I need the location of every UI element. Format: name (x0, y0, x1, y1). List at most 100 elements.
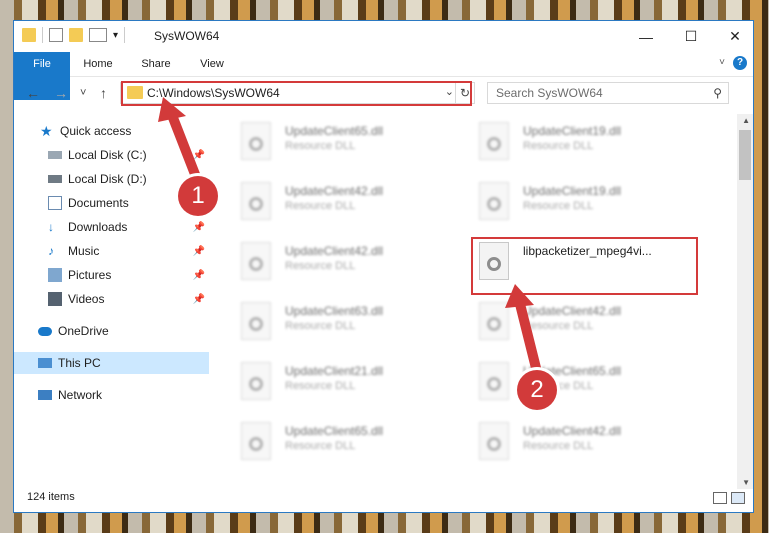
star-icon: ★ (40, 123, 53, 139)
folder-icon[interactable] (22, 28, 36, 42)
minimize-button[interactable]: — (623, 21, 669, 52)
callout-2: 2 (517, 370, 557, 410)
tab-home[interactable]: Home (76, 52, 120, 76)
dll-file-icon (241, 302, 271, 340)
drive-icon (48, 175, 62, 183)
recent-locations-button[interactable]: ˅ (80, 87, 86, 99)
file-type: Resource DLL (285, 380, 356, 392)
file-name: UpdateClient42.dll (523, 424, 622, 438)
cloud-icon (38, 326, 52, 336)
sidebar-item-label: Documents (68, 196, 129, 210)
file-item[interactable]: UpdateClient42.dll Resource DLL (471, 298, 681, 346)
pin-icon[interactable]: 📌 (193, 294, 205, 305)
file-name: UpdateClient42.dll (523, 304, 622, 318)
toolbar-separator (124, 27, 126, 43)
ribbon-tabs: File Home Share View ˅ ? (14, 52, 753, 100)
customize-toolbar-icon[interactable]: ▾ (113, 30, 118, 41)
pin-icon[interactable]: 📌 (193, 150, 205, 161)
file-highlight-box (471, 237, 698, 295)
pin-icon[interactable]: 📌 (193, 246, 205, 257)
drive-icon (48, 151, 62, 159)
sidebar-item-pictures[interactable]: Pictures 📌 (14, 264, 209, 286)
up-button[interactable]: ↑ (100, 85, 107, 101)
close-button[interactable]: ✕ (712, 21, 758, 52)
large-icons-view-icon[interactable] (731, 492, 745, 504)
scroll-up-arrow-icon[interactable]: ▲ (742, 116, 750, 125)
file-name: UpdateClient65.dll (285, 424, 384, 438)
videos-icon (48, 292, 62, 306)
view-options-icon[interactable] (89, 28, 107, 42)
sidebar-item-label: Videos (68, 292, 105, 306)
sidebar-item-local-disk-c[interactable]: Local Disk (C:) 📌 (14, 144, 209, 166)
file-item[interactable]: UpdateClient42.dll Resource DLL (471, 418, 681, 466)
toolbar-separator (42, 27, 43, 43)
scrollbar-thumb[interactable] (739, 130, 751, 180)
dll-file-icon (479, 422, 509, 460)
dll-file-icon (241, 182, 271, 220)
item-count: 124 items (27, 491, 75, 503)
network-icon (38, 390, 52, 400)
file-name: UpdateClient42.dll (285, 244, 384, 258)
pin-icon[interactable]: 📌 (193, 222, 205, 233)
file-item[interactable]: UpdateClient65.dll Resource DLL (471, 358, 681, 406)
file-type: Resource DLL (285, 140, 356, 152)
address-highlight-box (121, 81, 472, 106)
maximize-button[interactable]: ☐ (668, 21, 714, 52)
file-explorer-window: ▾ SysWOW64 — ☐ ✕ File Home Share View ˅ … (13, 20, 754, 513)
file-type: Resource DLL (523, 440, 594, 452)
file-type: Resource DLL (523, 320, 594, 332)
sidebar-item-downloads[interactable]: ↓ Downloads 📌 (14, 216, 209, 238)
file-item[interactable]: UpdateClient19.dll Resource DLL (471, 178, 681, 226)
search-placeholder: Search SysWOW64 (496, 86, 603, 100)
file-list: UpdateClient65.dll Resource DLL UpdateCl… (219, 114, 724, 484)
file-item[interactable]: UpdateClient42.dll Resource DLL (233, 238, 443, 286)
file-type: Resource DLL (285, 440, 356, 452)
sidebar-item-network[interactable]: Network (14, 384, 209, 406)
dll-file-icon (241, 122, 271, 160)
vertical-scrollbar[interactable]: ▲ ▼ (737, 114, 753, 489)
file-item[interactable]: UpdateClient19.dll Resource DLL (471, 118, 681, 166)
new-folder-icon[interactable] (69, 28, 83, 42)
search-input[interactable]: Search SysWOW64 ⚲ (487, 82, 729, 104)
pin-icon[interactable]: 📌 (193, 270, 205, 281)
window-title: SysWOW64 (154, 29, 220, 43)
navigation-pane: ★ Quick access Local Disk (C:) 📌 Local D… (14, 114, 209, 470)
file-name: UpdateClient21.dll (285, 364, 384, 378)
tab-view[interactable]: View (190, 52, 234, 76)
sidebar-item-label: OneDrive (58, 324, 109, 338)
sidebar-item-music[interactable]: ♪ Music 📌 (14, 240, 209, 262)
file-type: Resource DLL (523, 140, 594, 152)
file-name: UpdateClient19.dll (523, 124, 622, 138)
sidebar-item-onedrive[interactable]: OneDrive (14, 320, 209, 342)
back-button[interactable]: ← (26, 85, 40, 101)
sidebar-item-videos[interactable]: Videos 📌 (14, 288, 209, 310)
dll-file-icon (241, 362, 271, 400)
file-type: Resource DLL (285, 320, 356, 332)
details-view-icon[interactable] (713, 492, 727, 504)
help-button[interactable]: ? (733, 56, 747, 70)
file-name: UpdateClient42.dll (285, 184, 384, 198)
tab-share[interactable]: Share (134, 52, 178, 76)
file-type: Resource DLL (285, 200, 356, 212)
dll-file-icon (479, 122, 509, 160)
sidebar-item-this-pc[interactable]: This PC (14, 352, 209, 374)
file-item[interactable]: UpdateClient65.dll Resource DLL (233, 418, 443, 466)
sidebar-item-label: This PC (58, 356, 101, 370)
status-bar: 124 items (14, 484, 753, 512)
file-name: UpdateClient19.dll (523, 184, 622, 198)
sidebar-item-quick-access[interactable]: ★ Quick access (14, 120, 209, 142)
file-item[interactable]: UpdateClient42.dll Resource DLL (233, 178, 443, 226)
search-icon[interactable]: ⚲ (713, 86, 722, 100)
file-item[interactable]: UpdateClient21.dll Resource DLL (233, 358, 443, 406)
documents-icon (48, 196, 62, 210)
forward-button[interactable]: → (54, 85, 68, 101)
file-item[interactable]: UpdateClient65.dll Resource DLL (233, 118, 443, 166)
quick-access-toolbar: ▾ (22, 27, 126, 43)
file-type: Resource DLL (285, 260, 356, 272)
sidebar-item-label: Pictures (68, 268, 112, 282)
properties-icon[interactable] (49, 28, 63, 42)
file-type: Resource DLL (523, 200, 594, 212)
file-item[interactable]: UpdateClient63.dll Resource DLL (233, 298, 443, 346)
expand-ribbon-icon[interactable]: ˅ (719, 57, 725, 68)
sidebar-item-label: Quick access (60, 124, 132, 138)
